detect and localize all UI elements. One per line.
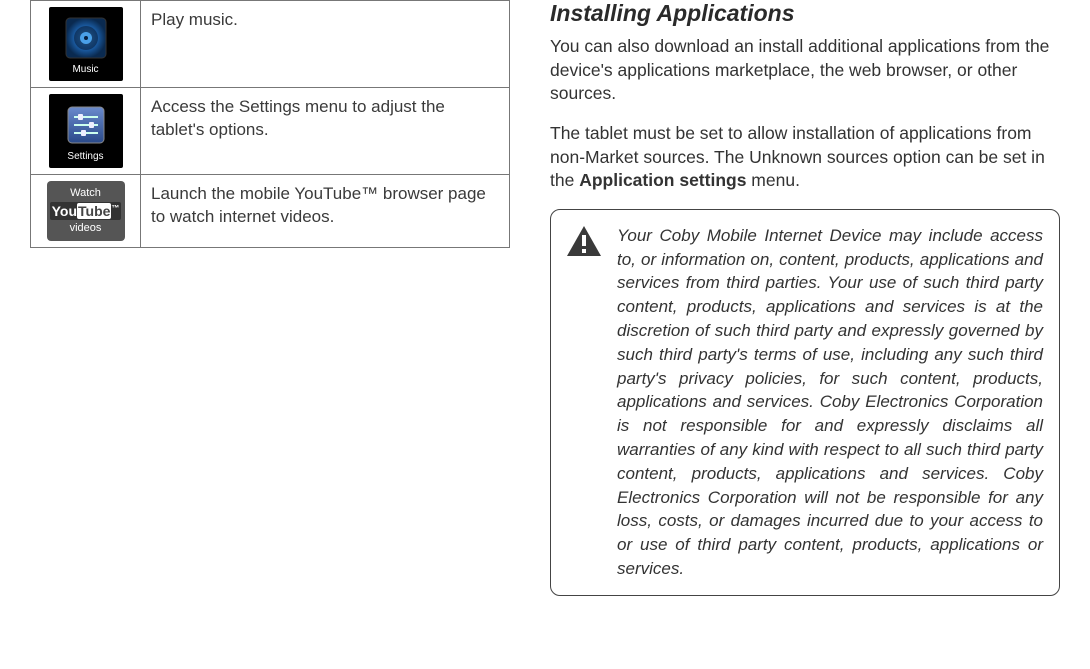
warning-text: Your Coby Mobile Internet Device may inc… <box>617 224 1043 581</box>
youtube-line1: Watch <box>70 186 101 201</box>
warning-triangle-icon <box>565 224 603 258</box>
table-row: Watch YouTube™ videos Launch the mobile … <box>31 175 510 248</box>
app-desc-cell: Launch the mobile YouTube™ browser page … <box>141 175 510 248</box>
warning-box: Your Coby Mobile Internet Device may inc… <box>550 209 1060 596</box>
app-desc-cell: Access the Settings menu to adjust the t… <box>141 88 510 175</box>
app-icon-cell: Settings <box>31 88 141 175</box>
youtube-logo-icon: YouTube™ <box>50 202 122 221</box>
section-heading: Installing Applications <box>550 0 1060 27</box>
intro-paragraph: You can also download an install additio… <box>550 35 1060 106</box>
youtube-line3: videos <box>70 221 102 236</box>
app-icon-cell: Watch YouTube™ videos <box>31 175 141 248</box>
music-app-icon: Music <box>49 7 123 81</box>
apps-table: Music Play music. <box>30 0 510 248</box>
speaker-icon <box>62 14 110 62</box>
app-icon-cell: Music <box>31 1 141 88</box>
settings-icon-label: Settings <box>67 151 103 162</box>
para2-part-b: menu. <box>746 170 800 190</box>
table-row: Settings Access the Settings menu to adj… <box>31 88 510 175</box>
left-column: Music Play music. <box>0 0 530 669</box>
music-icon-label: Music <box>72 64 98 75</box>
right-column: Installing Applications You can also dow… <box>530 0 1090 669</box>
sliders-icon <box>62 101 110 149</box>
youtube-app-icon: Watch YouTube™ videos <box>47 181 125 241</box>
para2-bold: Application settings <box>579 170 746 190</box>
settings-app-icon: Settings <box>49 94 123 168</box>
table-row: Music Play music. <box>31 1 510 88</box>
settings-paragraph: The tablet must be set to allow installa… <box>550 122 1060 193</box>
app-desc-cell: Play music. <box>141 1 510 88</box>
